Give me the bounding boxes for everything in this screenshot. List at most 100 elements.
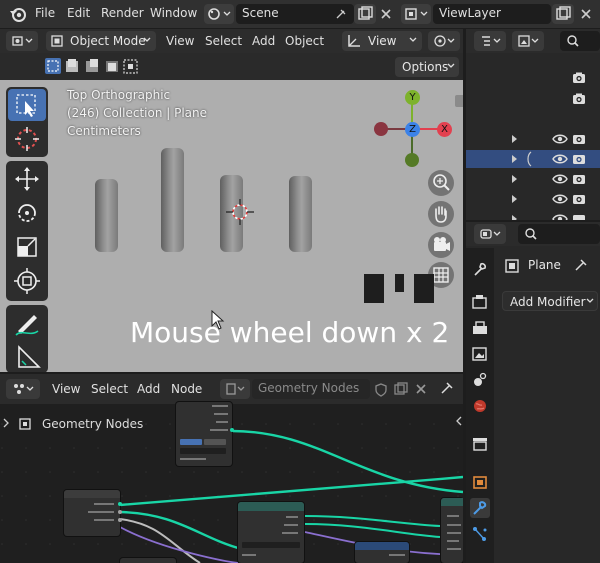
display-mode-dropdown[interactable] [512,31,544,51]
cursor-icon[interactable] [8,123,46,155]
node-tree-name-field[interactable]: Geometry Nodes [252,379,370,399]
editor-type-button[interactable] [474,224,506,244]
outliner-row[interactable] [466,170,600,188]
visibility-eye-icon[interactable] [552,192,568,206]
transform-icon[interactable] [8,265,46,297]
tab-modifier-wrench-icon[interactable] [470,498,490,518]
viewport-menu-view[interactable]: View [166,34,194,48]
viewlayer-name-field[interactable]: ViewLayer [433,4,551,24]
visibility-eye-icon[interactable] [552,172,568,186]
outliner-row[interactable] [466,210,600,220]
tab-output-icon[interactable] [470,318,490,338]
render-camera-icon[interactable] [572,71,586,85]
zoom-icon[interactable] [428,170,454,196]
breadcrumb-expand-icon[interactable] [2,418,10,428]
render-camera-icon[interactable] [572,192,586,206]
render-camera-icon[interactable] [572,212,586,220]
value-socket[interactable] [118,518,122,522]
expand-arrow-icon[interactable] [511,194,519,204]
visibility-eye-icon[interactable] [552,132,568,146]
tab-collection-icon[interactable] [470,434,490,454]
render-camera-icon[interactable] [572,152,586,166]
transform-orientation-dropdown[interactable]: View [342,31,422,51]
delete-viewlayer-icon[interactable] [578,6,594,22]
node-tree-browse-button[interactable] [220,379,250,399]
gizmo-x-axis[interactable]: X [437,122,452,137]
viewlayer-selector-button[interactable] [401,4,431,24]
gizmo-z-axis[interactable]: Z [405,122,420,137]
node-menu-add[interactable]: Add [137,382,160,396]
select-mode-icons[interactable] [44,57,140,75]
editor-type-button[interactable] [474,31,506,51]
visibility-eye-icon[interactable] [552,212,568,220]
tab-render-icon[interactable] [470,292,490,312]
outliner-row-selected[interactable] [466,150,600,168]
relative-toggle[interactable] [204,439,226,445]
properties-search-field[interactable] [518,224,600,244]
duplicate-icon[interactable] [393,381,409,397]
tab-particles-icon[interactable] [470,524,490,544]
annotate-icon[interactable] [8,307,46,339]
render-camera-icon[interactable] [572,172,586,186]
expand-arrow-icon[interactable] [511,154,519,164]
blender-logo-icon[interactable] [8,5,28,23]
rotate-icon[interactable] [8,197,46,229]
camera-view-icon[interactable] [428,232,454,258]
menu-render[interactable]: Render [101,6,144,20]
pin-icon[interactable] [335,8,347,20]
tab-scene-icon[interactable] [470,370,490,390]
original-toggle[interactable] [180,439,202,445]
outliner[interactable] [466,29,600,220]
visibility-eye-icon[interactable] [552,152,568,166]
mode-dropdown[interactable]: Object Mode [46,31,156,51]
node-rotate[interactable] [355,542,409,563]
properties-editor[interactable]: Plane Add Modifier [466,222,600,563]
expand-arrow-icon[interactable] [511,214,519,220]
new-scene-icon[interactable] [354,4,376,24]
cylinder-object[interactable] [289,176,312,252]
add-modifier-dropdown[interactable]: Add Modifier [502,291,598,311]
tab-object-icon[interactable] [470,472,490,492]
sidebar-toggle-icon[interactable] [455,95,463,107]
measure-icon[interactable] [8,341,46,372]
editor-type-button[interactable] [6,379,40,399]
node-editor[interactable]: View Select Add Node Geometry Nodes Geom… [0,374,463,563]
value-socket[interactable] [118,510,122,514]
outliner-row[interactable] [466,190,600,208]
object-field[interactable] [180,448,226,454]
tab-world-icon[interactable] [470,396,490,416]
tab-tool-icon[interactable] [470,260,490,280]
expand-arrow-icon[interactable] [511,174,519,184]
new-viewlayer-icon[interactable] [552,4,574,24]
editor-type-button[interactable] [6,31,38,51]
expand-arrow-icon[interactable] [511,134,519,144]
scale-icon[interactable] [8,231,46,263]
menu-file[interactable]: File [35,6,55,20]
node-partial[interactable] [120,558,176,563]
node-object-info[interactable] [176,402,234,466]
pan-hand-icon[interactable] [428,201,454,227]
pivot-point-dropdown[interactable] [428,31,460,51]
options-dropdown[interactable]: Options [395,57,459,77]
pin-icon[interactable] [440,381,454,395]
cylinder-object[interactable] [95,179,118,252]
geometry-socket[interactable] [230,428,234,432]
gizmo-y-axis[interactable]: Y [405,90,420,105]
render-camera-icon[interactable] [572,92,586,106]
menu-window[interactable]: Window [150,6,197,20]
fake-user-shield-icon[interactable] [373,382,389,398]
viewport-menu-object[interactable]: Object [285,34,324,48]
geometry-socket[interactable] [118,502,122,506]
scene-selector-button[interactable] [204,4,234,24]
node-group-input[interactable] [64,490,122,536]
node-distribute-points[interactable] [238,502,304,563]
cylinder-object[interactable] [161,148,184,252]
menu-edit[interactable]: Edit [67,6,90,20]
node-menu-node[interactable]: Node [171,382,202,396]
navigation-gizmo[interactable]: Y Z X [368,87,458,171]
delete-scene-icon[interactable] [378,6,394,22]
outliner-row[interactable] [466,130,600,148]
move-icon[interactable] [8,163,46,195]
pin-icon[interactable] [574,258,588,272]
distribute-method-dropdown[interactable] [242,542,300,548]
